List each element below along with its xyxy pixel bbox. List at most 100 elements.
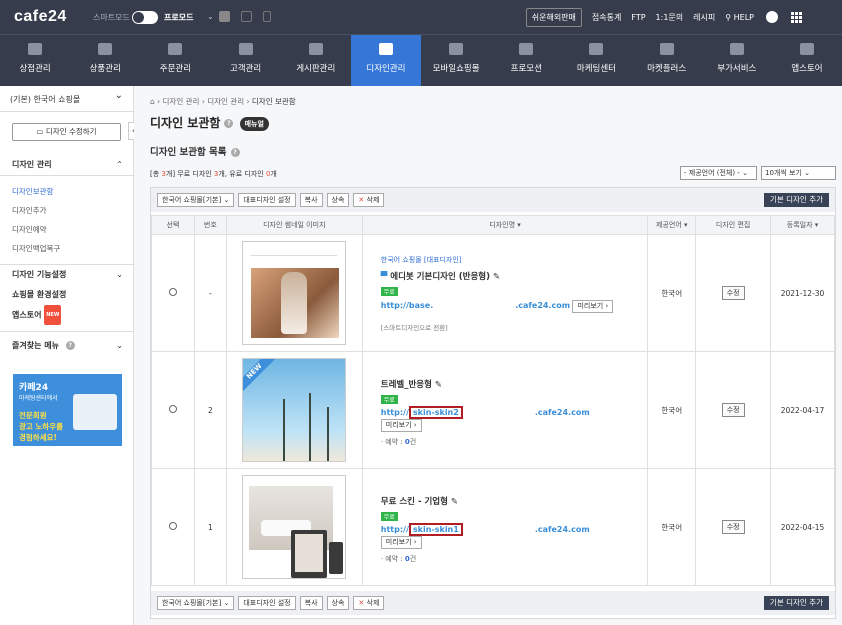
- table-row: 2 NEW 트레벨_반응형 ✎ 무료 http://skin-skin2 .ca…: [151, 351, 835, 469]
- sidebar-item-design-backup[interactable]: 디자인백업복구: [0, 239, 133, 258]
- row-language: 한국어: [647, 468, 697, 586]
- preview-button[interactable]: 미리보기 ›: [380, 536, 422, 549]
- menu-marketing[interactable]: 마케팅센터: [561, 35, 631, 86]
- close-icon: ✕: [358, 599, 365, 607]
- free-badge: 무료: [380, 395, 398, 404]
- design-thumbnail[interactable]: [242, 475, 347, 579]
- section-feature[interactable]: 디자인 기능설정 ⌄: [0, 265, 133, 285]
- design-url[interactable]: http://skin-skin1 .cafe24.com: [381, 523, 590, 536]
- page-size-select[interactable]: 10개씩 보기 ⌄: [761, 166, 836, 180]
- section-design[interactable]: 디자인 관리 ⌃: [0, 155, 133, 175]
- edit-button[interactable]: 수정: [721, 403, 745, 417]
- help-icon[interactable]: ?: [224, 119, 234, 128]
- menu-products[interactable]: 상품관리: [70, 35, 140, 86]
- marketing-banner[interactable]: 카페24 마케팅센터에서 전문회원 광고 노하우를 경험하세요!: [13, 374, 122, 446]
- menu-promotion[interactable]: 프로모션: [491, 35, 561, 86]
- shop-link[interactable]: 한국어 쇼핑몰 [대표디자인]: [381, 255, 648, 265]
- language-filter-select[interactable]: - 제공언어 (전체) - ⌄: [680, 166, 757, 180]
- section-favorites[interactable]: 즐겨찾는 메뉴 ? ⌄: [0, 336, 133, 356]
- set-default-button[interactable]: 대표디자인 설정: [238, 193, 296, 207]
- mobile-icon[interactable]: [263, 11, 271, 22]
- shop-selector[interactable]: (기본) 한국어 쇼핑몰: [0, 86, 133, 112]
- bottom-action-bar: 한국어 쇼핑몰[기본] ⌄ 대표디자인 설정 복사 상속 ✕ 삭제 기본 디자인…: [151, 591, 835, 615]
- menu-appstore[interactable]: 앱스토어: [772, 35, 842, 86]
- menu-addon[interactable]: 부가서비스: [702, 35, 772, 86]
- mode-toggle[interactable]: [132, 11, 158, 24]
- stats-link[interactable]: 접속통계: [592, 12, 621, 23]
- shop-select[interactable]: 한국어 쇼핑몰[기본] ⌄: [157, 596, 235, 610]
- shop-select[interactable]: 한국어 쇼핑몰[기본] ⌄: [157, 193, 235, 207]
- chevron-down-icon[interactable]: ⌄: [207, 12, 214, 21]
- monitor-icon[interactable]: [241, 11, 252, 22]
- row-radio[interactable]: [168, 522, 177, 530]
- pencil-icon[interactable]: ✎: [435, 380, 442, 390]
- row-number: 2: [193, 351, 227, 469]
- section-appstore[interactable]: 앱스토어 NEW: [0, 305, 133, 325]
- row-language: 한국어: [647, 351, 697, 469]
- preview-button[interactable]: 미리보기 ›: [572, 299, 614, 313]
- copy-button[interactable]: 복사: [299, 193, 323, 207]
- home-icon[interactable]: ⌂: [150, 97, 155, 106]
- design-thumbnail[interactable]: NEW: [242, 358, 347, 462]
- row-radio[interactable]: [168, 405, 177, 413]
- global-sales-button[interactable]: 쉬운해외판매: [525, 7, 582, 27]
- row-radio[interactable]: [168, 288, 177, 296]
- col-language[interactable]: 제공언어 ▾: [647, 215, 697, 235]
- design-url[interactable]: http://skin-skin2 .cafe24.com: [381, 406, 590, 419]
- menu-design[interactable]: 디자인관리: [350, 35, 422, 86]
- copy-button[interactable]: 복사: [299, 596, 323, 610]
- section-env[interactable]: 쇼핑몰 환경설정: [0, 285, 133, 305]
- menu-customers[interactable]: 고객관리: [211, 35, 281, 86]
- delete-button[interactable]: ✕ 삭제: [353, 596, 385, 610]
- convert-note[interactable]: [스마트디자인으로 전환]: [381, 322, 648, 332]
- sidebar-item-design-add[interactable]: 디자인추가: [0, 201, 133, 220]
- ftp-link[interactable]: FTP: [631, 13, 645, 22]
- edit-button[interactable]: 수정: [721, 520, 745, 534]
- delete-button[interactable]: ✕ 삭제: [353, 193, 385, 207]
- menu-mobile[interactable]: 모바일쇼핑몰: [421, 35, 491, 86]
- inherit-button[interactable]: 상속: [326, 193, 350, 207]
- chevron-down-icon: ⌄: [116, 341, 123, 350]
- inquiry-link[interactable]: 1:1문의: [656, 12, 684, 23]
- crumb-design2[interactable]: 디자인 관리: [207, 97, 244, 106]
- crumb-design[interactable]: 디자인 관리: [163, 97, 200, 106]
- row-language: 한국어: [647, 234, 697, 352]
- add-design-button[interactable]: 기본 디자인 추가: [763, 193, 829, 207]
- col-select: 선택: [151, 215, 195, 235]
- design-url[interactable]: http://base. .cafe24.com: [381, 301, 570, 310]
- menu-store[interactable]: 상점관리: [0, 35, 70, 86]
- set-default-button[interactable]: 대표디자인 설정: [238, 596, 296, 610]
- menu-marketplus[interactable]: 마켓플러스: [632, 35, 702, 86]
- table-row: 1 무료 스킨 - 기업형 ✎ 무료 http://skin-skin1 .ca…: [151, 468, 835, 586]
- pc-icon[interactable]: [219, 11, 230, 22]
- inherit-button[interactable]: 상속: [326, 596, 350, 610]
- chevron-up-icon: ⌃: [116, 160, 123, 169]
- megaphone-icon: [589, 43, 604, 55]
- pencil-icon[interactable]: ✎: [493, 272, 500, 282]
- sidebar-item-design-reserve[interactable]: 디자인예약: [0, 220, 133, 239]
- help-icon[interactable]: ?: [230, 148, 240, 157]
- row-date: 2021-12-30: [770, 234, 835, 352]
- add-design-button[interactable]: 기본 디자인 추가: [763, 596, 829, 610]
- menu-board[interactable]: 게시판관리: [281, 35, 351, 86]
- col-date[interactable]: 등록일자 ▾: [770, 215, 835, 235]
- manual-button[interactable]: 매뉴얼: [239, 116, 269, 131]
- help-link[interactable]: ⚲ HELP: [725, 13, 754, 22]
- pencil-icon[interactable]: ✎: [451, 497, 458, 507]
- edit-button[interactable]: 수정: [721, 286, 745, 300]
- preview-button[interactable]: 미리보기 ›: [380, 419, 422, 432]
- col-design-name[interactable]: 디자인명 ▾: [361, 215, 649, 235]
- smartmode-label: 스마트모드: [93, 13, 130, 22]
- menu-orders[interactable]: 주문관리: [140, 35, 210, 86]
- recipe-link[interactable]: 레시피: [693, 12, 715, 23]
- main-menu: 상점관리 상품관리 주문관리 고객관리 게시판관리 디자인관리 모바일쇼핑몰 프…: [0, 34, 842, 86]
- sidebar-item-design-storage[interactable]: 디자인보관함: [0, 182, 133, 201]
- cart-icon: [168, 43, 183, 55]
- avatar[interactable]: [766, 11, 778, 23]
- cafe24-logo[interactable]: cafe24: [14, 8, 67, 26]
- design-edit-button[interactable]: ▭ 디자인 수정하기: [12, 123, 121, 141]
- chevron-down-icon: ⌄: [116, 270, 123, 279]
- close-icon: ✕: [358, 196, 365, 204]
- design-thumbnail[interactable]: [242, 241, 347, 345]
- apps-grid-icon[interactable]: [791, 12, 802, 23]
